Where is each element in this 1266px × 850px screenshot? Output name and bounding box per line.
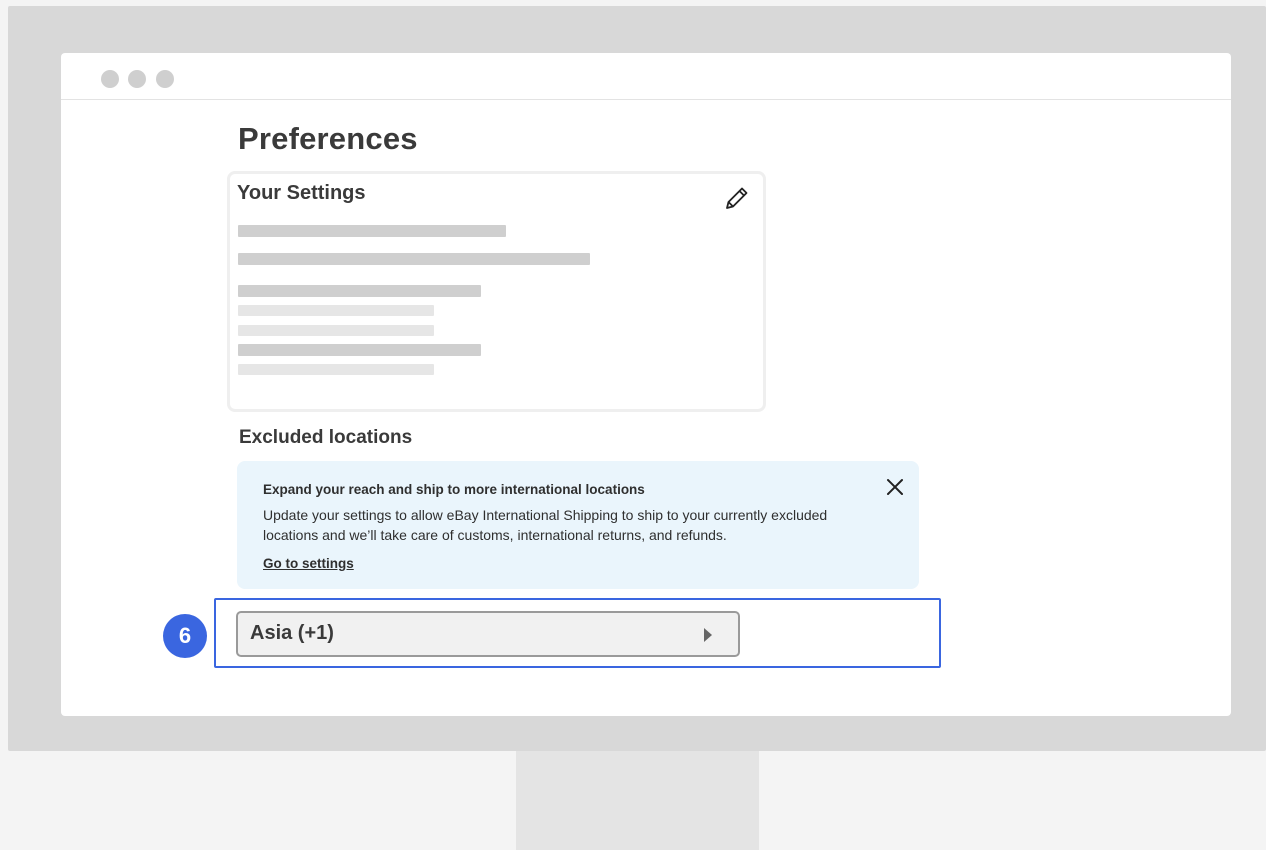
placeholder-line	[238, 344, 481, 356]
info-banner: Expand your reach and ship to more inter…	[237, 461, 919, 589]
placeholder-line	[238, 253, 590, 265]
page-title: Preferences	[238, 121, 418, 156]
window-control-dot	[156, 70, 174, 88]
excluded-locations-heading: Excluded locations	[239, 427, 413, 448]
settings-card: Your Settings	[227, 171, 766, 412]
pencil-icon[interactable]	[723, 184, 751, 212]
monitor-frame: Preferences Your Settings Excluded locat…	[8, 6, 1266, 751]
banner-body: Update your settings to allow eBay Inter…	[263, 507, 828, 543]
placeholder-line	[238, 325, 434, 336]
browser-window: Preferences Your Settings Excluded locat…	[61, 53, 1231, 716]
monitor-stand	[516, 751, 759, 850]
region-label: Asia (+1)	[250, 622, 334, 644]
go-to-settings-link[interactable]: Go to settings	[263, 556, 354, 571]
window-control-dot	[101, 70, 119, 88]
window-titlebar	[61, 53, 1231, 100]
step-badge: 6	[163, 614, 207, 658]
placeholder-line	[238, 305, 434, 316]
region-expand-button[interactable]: Asia (+1)	[236, 611, 740, 657]
caret-right-icon	[704, 628, 712, 642]
settings-card-title: Your Settings	[237, 182, 366, 204]
banner-title: Expand your reach and ship to more inter…	[263, 482, 645, 497]
placeholder-line	[238, 225, 506, 237]
placeholder-line	[238, 364, 434, 375]
close-icon[interactable]	[884, 476, 906, 498]
placeholder-line	[238, 285, 481, 297]
window-control-dot	[128, 70, 146, 88]
